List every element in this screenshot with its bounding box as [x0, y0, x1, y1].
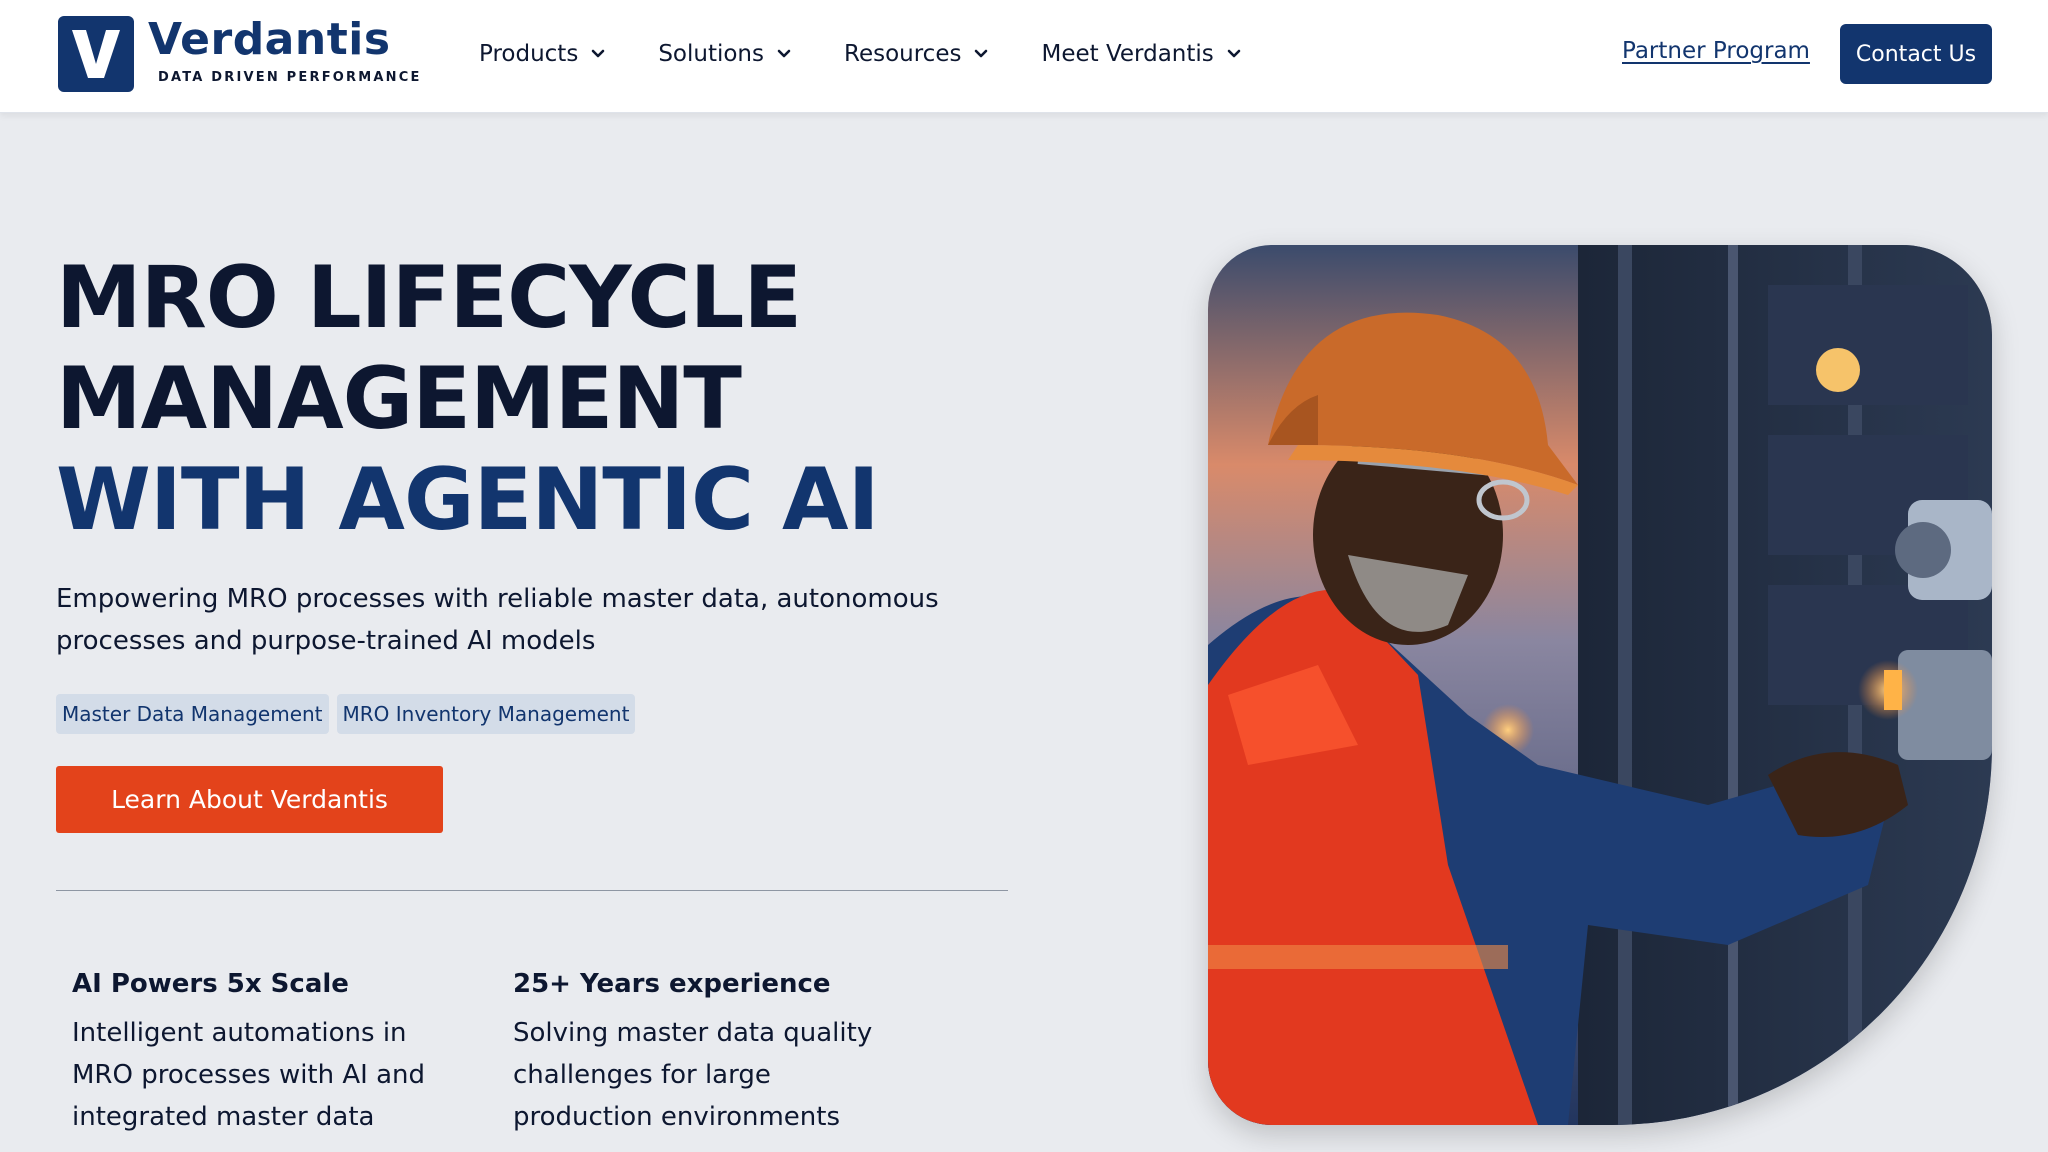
hero-title-line-1: MRO LIFECYCLE [56, 248, 802, 348]
main-nav: Products Solutions Resources Meet Verdan… [479, 38, 1294, 70]
nav-item-meet-verdantis[interactable]: Meet Verdantis [1041, 38, 1241, 70]
partner-program-link[interactable]: Partner Program [1622, 38, 1810, 64]
nav-item-products[interactable]: Products [479, 38, 606, 70]
chevron-down-icon [975, 49, 988, 58]
stat-text: Solving master data quality challenges f… [513, 1018, 873, 1132]
brand-text: Verdantis DATA DRIVEN PERFORMANCE [148, 14, 422, 86]
brand-tagline: DATA DRIVEN PERFORMANCE [158, 70, 422, 85]
tag-master-data-management[interactable]: Master Data Management [56, 694, 329, 734]
stat-text: Intelligent automations in MRO processes… [72, 1018, 426, 1132]
nav-item-solutions[interactable]: Solutions [658, 38, 792, 70]
hero-image [1208, 245, 1992, 1125]
chevron-down-icon [592, 49, 605, 58]
hero-title: MRO LIFECYCLE MANAGEMENT WITH AGENTIC AI [56, 248, 880, 551]
site-header: Verdantis DATA DRIVEN PERFORMANCE Produc… [0, 0, 2048, 113]
learn-about-button[interactable]: Learn About Verdantis [56, 766, 443, 833]
hero-subtitle: Empowering MRO processes with reliable m… [56, 584, 939, 656]
nav-item-label: Resources [844, 41, 962, 67]
stat-years-experience: 25+ Years experience Solving master data… [513, 964, 913, 1138]
brand-name: Verdantis [148, 14, 391, 65]
nav-item-resources[interactable]: Resources [844, 38, 989, 70]
hero-tags: Master Data Management MRO Inventory Man… [56, 694, 643, 734]
v-logo-icon [58, 16, 134, 92]
nav-item-label: Products [479, 41, 579, 67]
chevron-down-icon [777, 49, 791, 58]
worker-illustration [1208, 245, 1992, 1125]
brand-logo[interactable]: Verdantis DATA DRIVEN PERFORMANCE [58, 16, 422, 92]
section-divider [56, 890, 1008, 891]
chevron-down-icon [1227, 49, 1241, 58]
stat-ai-scale: AI Powers 5x Scale Intelligent automatio… [72, 964, 472, 1138]
contact-us-button[interactable]: Contact Us [1840, 24, 1992, 84]
hero-title-line-3: WITH AGENTIC AI [56, 450, 880, 550]
tag-mro-inventory-management[interactable]: MRO Inventory Management [336, 694, 636, 734]
stat-title: 25+ Years experience [513, 969, 831, 999]
nav-item-label: Meet Verdantis [1041, 41, 1214, 67]
stat-title: AI Powers 5x Scale [72, 969, 349, 999]
hero-title-line-2: MANAGEMENT [56, 349, 742, 449]
nav-item-label: Solutions [658, 41, 764, 67]
